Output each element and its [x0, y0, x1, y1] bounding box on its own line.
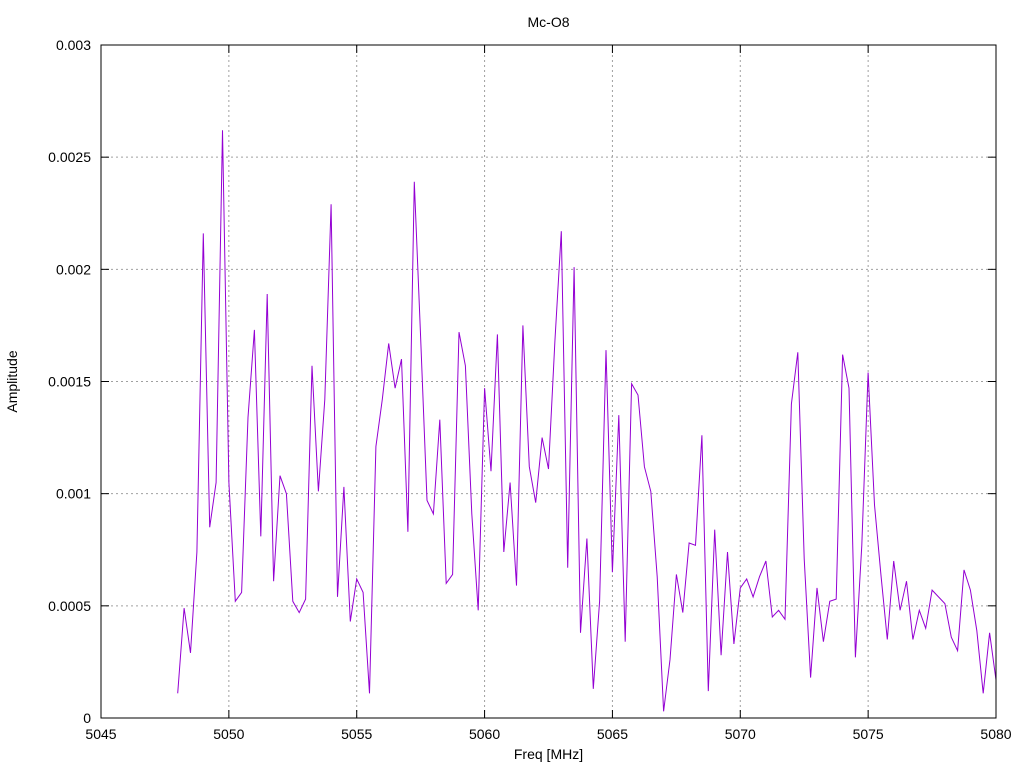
x-tick-label: 5065	[597, 726, 628, 742]
y-tick-label: 0.0005	[48, 598, 91, 614]
x-tick-label: 5055	[341, 726, 372, 742]
chart-title: Mc-O8	[528, 14, 570, 30]
chart-background	[0, 0, 1024, 768]
x-tick-label: 5045	[85, 726, 116, 742]
y-tick-label: 0.0025	[48, 149, 91, 165]
y-tick-label: 0.002	[56, 261, 91, 277]
y-tick-label: 0.003	[56, 37, 91, 53]
x-tick-label: 5075	[853, 726, 884, 742]
y-tick-label: 0.0015	[48, 374, 91, 390]
y-tick-label: 0	[83, 710, 91, 726]
line-chart: 5045 5050 5055 5060 5065 5070 5075 5080 0 0.0005 0…	[0, 0, 1024, 768]
x-tick-label: 5080	[980, 726, 1011, 742]
x-tick-label: 5050	[213, 726, 244, 742]
y-axis-label: Amplitude	[4, 350, 20, 412]
x-tick-label: 5060	[469, 726, 500, 742]
y-tick-label: 0.001	[56, 486, 91, 502]
x-tick-label: 5070	[725, 726, 756, 742]
x-axis-label: Freq [MHz]	[514, 746, 583, 762]
